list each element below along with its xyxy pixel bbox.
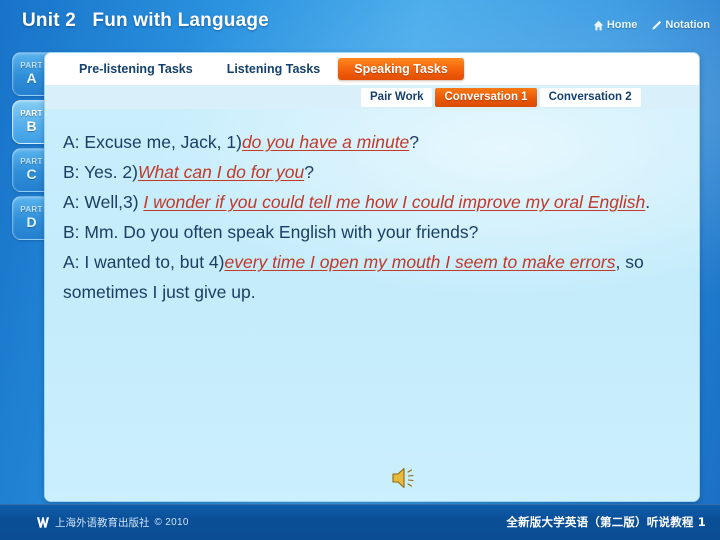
subtab-pair-work[interactable]: Pair Work	[361, 87, 433, 107]
answer-blank: do you have a minute	[241, 132, 410, 152]
main-panel: Pre-listening Tasks Listening Tasks Spea…	[44, 52, 700, 502]
answer-blank: I wonder if you could tell me how I coul…	[143, 192, 646, 213]
subtab-conversation-1[interactable]: Conversation 1	[435, 87, 537, 107]
part-b-kicker: PART	[20, 108, 43, 118]
dialogue-text: A: I wanted to, but 4)	[63, 252, 225, 273]
part-b-letter: B	[26, 117, 37, 134]
copyright-text: © 2010	[154, 517, 189, 528]
dialogue-line: B: Mm. Do you often speak English with y…	[63, 217, 681, 247]
publisher-logo-icon	[36, 517, 50, 528]
dialogue-text: ?	[304, 162, 314, 183]
dialogue-line: B: Yes. 2)What can I do for you?	[63, 157, 681, 187]
notation-button[interactable]: Notation	[651, 19, 710, 31]
pencil-icon	[652, 20, 662, 30]
dialogue-line: A: Excuse me, Jack, 1)do you have a minu…	[63, 127, 681, 157]
dialogue-text: B: Yes. 2)	[63, 162, 138, 183]
dialogue-line: A: Well,3) I wonder if you could tell me…	[63, 187, 681, 217]
courseware-window: Unit 2 Fun with Language Home Notation P…	[0, 0, 720, 540]
primary-tabbar: Pre-listening Tasks Listening Tasks Spea…	[45, 53, 699, 85]
dialogue-text: B: Mm. Do you often speak English with y…	[63, 222, 479, 243]
part-a-kicker: PART	[20, 60, 43, 70]
home-label: Home	[606, 19, 638, 31]
home-icon	[593, 20, 604, 30]
publisher-name: 上海外语教育出版社	[55, 517, 150, 529]
tab-listening-tasks[interactable]: Listening Tasks	[210, 58, 337, 80]
answer-blank: What can I do for you	[137, 162, 305, 183]
dialogue-text: A: Excuse me, Jack, 1)	[63, 132, 242, 152]
secondary-tabbar: Pair Work Conversation 1 Conversation 2	[45, 85, 699, 109]
content-area: A: Excuse me, Jack, 1)do you have a minu…	[45, 109, 699, 501]
part-d-letter: D	[26, 213, 37, 230]
dialogue-transcript: A: Excuse me, Jack, 1)do you have a minu…	[63, 127, 681, 308]
tab-speaking-tasks[interactable]: Speaking Tasks	[338, 58, 464, 80]
top-navigation: Home Notation	[593, 19, 710, 31]
speaker-icon[interactable]	[390, 465, 420, 491]
tab-pre-listening-tasks[interactable]: Pre-listening Tasks	[63, 58, 209, 80]
part-d-kicker: PART	[20, 204, 43, 214]
dialogue-line: A: I wanted to, but 4)every time I open …	[63, 247, 681, 307]
dialogue-text: .	[645, 192, 651, 213]
dialogue-text: A: Well,3)	[63, 192, 144, 213]
notation-label: Notation	[665, 19, 710, 31]
app-header: Unit 2 Fun with Language Home Notation	[0, 0, 720, 48]
part-c-letter: C	[26, 165, 37, 182]
book-title: 全新版大学英语（第二版）听说教程 1	[506, 515, 706, 529]
publisher-block: 上海外语教育出版社 © 2010	[36, 515, 189, 530]
subtab-conversation-2[interactable]: Conversation 2	[539, 87, 641, 107]
home-button[interactable]: Home	[593, 19, 638, 31]
part-a-letter: A	[26, 69, 37, 86]
dialogue-text: ?	[409, 132, 420, 152]
page-title: Unit 2 Fun with Language	[22, 10, 269, 31]
part-c-kicker: PART	[20, 156, 43, 166]
app-footer: 上海外语教育出版社 © 2010 全新版大学英语（第二版）听说教程 1	[0, 504, 720, 540]
answer-blank: every time I open my mouth I seem to mak…	[224, 252, 616, 273]
